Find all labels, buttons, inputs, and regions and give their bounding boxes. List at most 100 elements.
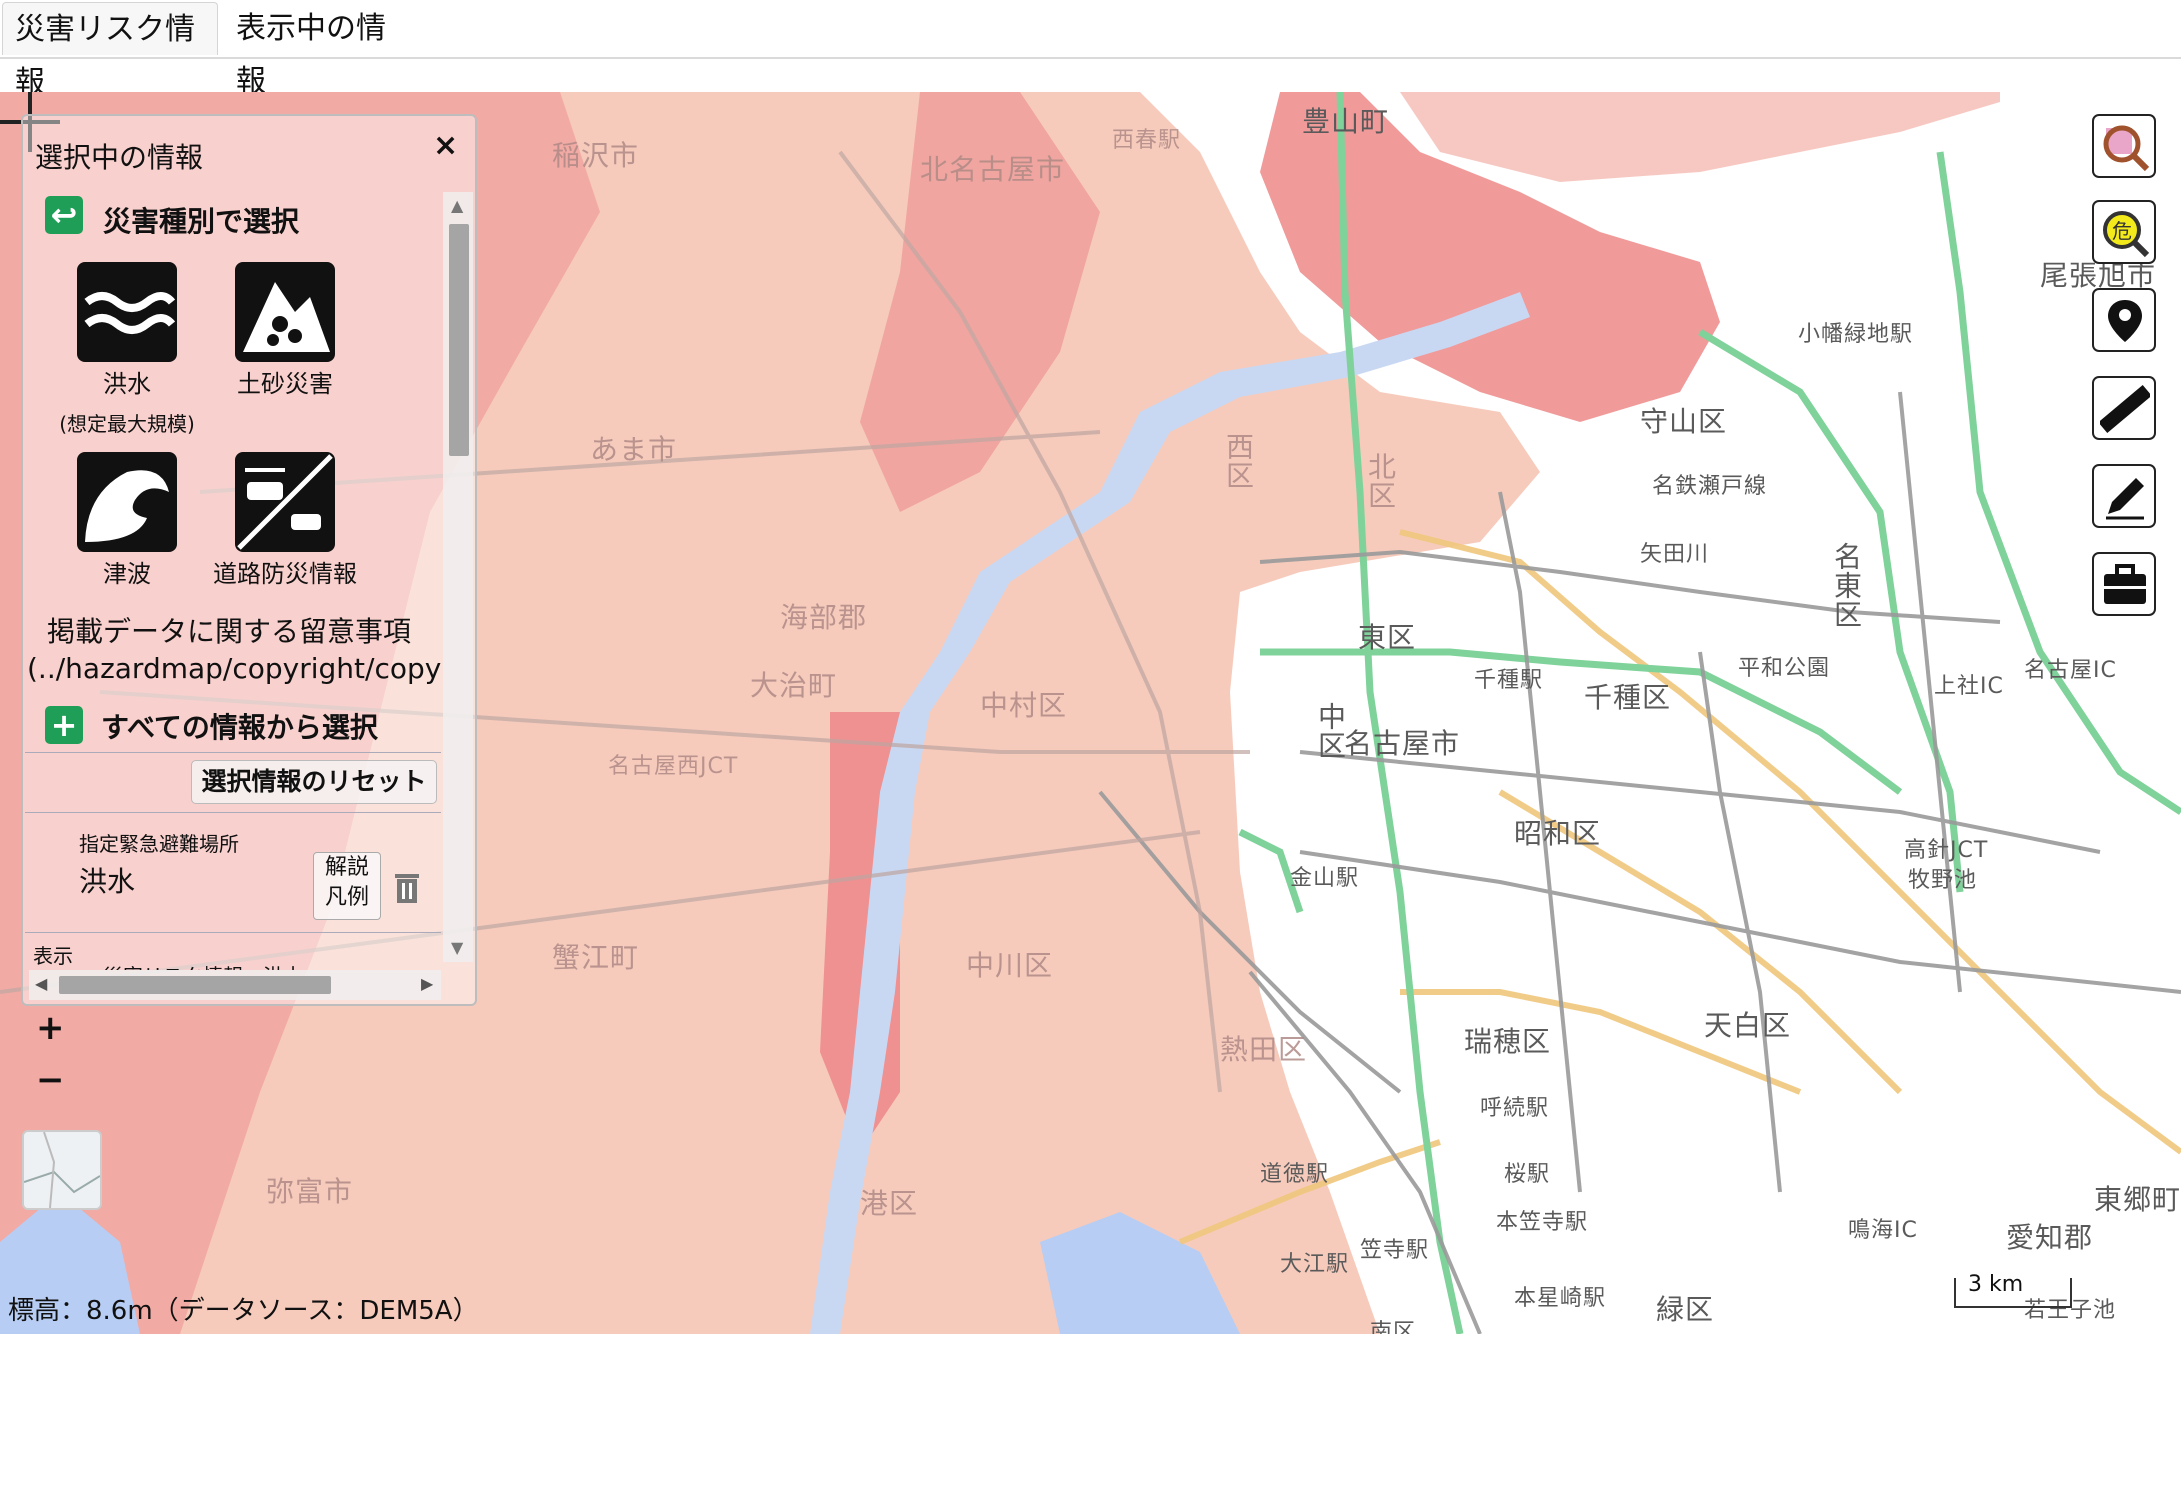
hazard-label-road: 道路防災情報 [213, 560, 357, 588]
scroll-up-arrow-icon[interactable]: ▲ [451, 196, 463, 215]
scale-bar: 3 km [1954, 1272, 2072, 1308]
divider [25, 932, 441, 933]
map-label: 西春駅 [1112, 128, 1182, 153]
map-search-icon [2103, 125, 2150, 172]
map-label: 中川区 [966, 949, 1054, 982]
layer-category: 指定緊急避難場所 [79, 832, 239, 856]
scroll-down-arrow-icon[interactable]: ▼ [451, 938, 463, 957]
map-label: 小幡緑地駅 [1798, 322, 1914, 347]
divider [25, 752, 441, 753]
map-search-tool-button[interactable] [2092, 114, 2156, 178]
map-label: 笠寺駅 [1360, 1238, 1430, 1263]
section-all-info[interactable]: すべての情報から選択 [101, 706, 378, 746]
location-pin-icon [2108, 300, 2142, 342]
map-label: 熱田区 [1220, 1033, 1308, 1066]
layer-name: 洪水 [79, 865, 136, 898]
panel-horizontal-scrollbar[interactable]: ◀ ▶ [29, 970, 441, 1000]
toolbox-button[interactable] [2092, 552, 2156, 616]
landslide-icon[interactable] [235, 262, 335, 362]
hazard-sub-flood: (想定最大規模) [59, 412, 195, 436]
road-disaster-icon[interactable] [235, 452, 335, 552]
map-label: 南区 [1370, 1320, 1417, 1334]
legend-btn-line2: 凡例 [324, 885, 369, 910]
map-label: 名鉄瀬戸線 [1652, 474, 1768, 499]
legend-btn-line1: 解説 [324, 855, 369, 880]
divider [25, 812, 441, 813]
map-label: 上社IC [1934, 674, 2004, 699]
map-label: 緑区 [1656, 1293, 1715, 1326]
map-label: 高針JCT [1904, 838, 1989, 863]
scroll-thumb[interactable] [449, 224, 469, 456]
hazard-label-flood: 洪水 [103, 370, 151, 398]
ruler-icon [2100, 384, 2150, 434]
location-tool-button[interactable] [2092, 288, 2156, 352]
scroll-left-arrow-icon[interactable]: ◀ [35, 974, 47, 993]
panel-title: 選択中の情報 [35, 141, 204, 174]
map-label: 豊山町 [1302, 105, 1390, 138]
flood-icon[interactable] [77, 262, 177, 362]
display-label: 表示 [33, 944, 73, 968]
reset-button[interactable]: 選択情報のリセット [191, 760, 437, 804]
hazard-label-tsunami: 津波 [103, 560, 151, 588]
map-label: 名古屋IC [2024, 658, 2117, 683]
map-label: 西区 [1222, 432, 1255, 490]
zoom-out-button[interactable]: − [36, 1060, 65, 1100]
trash-icon[interactable] [393, 870, 421, 904]
map-label: 愛知郡 [2006, 1221, 2094, 1254]
legend-button[interactable]: 解説 凡例 [313, 852, 381, 920]
map-label: 名古屋市 [1344, 727, 1461, 760]
map-label: 本星崎駅 [1514, 1286, 1607, 1311]
elevation-readout: 標高：8.6m（データソース：DEM5A） [8, 1296, 479, 1326]
scroll-thumb[interactable] [59, 976, 331, 994]
map-label: 天白区 [1704, 1009, 1792, 1042]
map-label: 千種区 [1584, 681, 1672, 714]
tab-displayed-info[interactable]: 表示中の情報 [224, 2, 424, 99]
map-label: 港区 [860, 1187, 919, 1220]
map-label: 海部郡 [780, 601, 868, 634]
map-label: 桜駅 [1504, 1162, 1551, 1187]
zoom-in-button[interactable]: + [36, 1008, 65, 1048]
close-button[interactable]: × [433, 128, 458, 163]
map-label: 昭和区 [1514, 817, 1602, 850]
map-label: 道徳駅 [1260, 1162, 1330, 1187]
notice-link[interactable]: 掲載データに関する留意事項 [47, 610, 411, 650]
danger-search-tool-button[interactable]: 危 [2092, 200, 2156, 264]
map-label: 北名古屋市 [920, 153, 1066, 186]
selected-info-panel: 選択中の情報 × ↩ 災害種別で選択 洪水 (想定最大規模) 土砂災害 津波 道 [21, 114, 477, 1006]
map-label: 東区 [1358, 621, 1417, 654]
display-layer: 災害リスク情報：洪水 [103, 960, 303, 970]
map-label: 千種駅 [1474, 668, 1544, 693]
draw-tool-button[interactable] [2092, 464, 2156, 528]
map-label: 蟹江町 [552, 941, 640, 974]
scroll-right-arrow-icon[interactable]: ▶ [421, 974, 433, 993]
map-label: 北区 [1364, 452, 1397, 510]
map-label: 大江駅 [1280, 1252, 1350, 1277]
tsunami-icon[interactable] [77, 452, 177, 552]
back-arrow-icon[interactable]: ↩ [45, 196, 83, 234]
map-label: 弥富市 [266, 1175, 354, 1208]
map-label: 守山区 [1640, 405, 1728, 438]
map-label: 金山駅 [1290, 866, 1360, 891]
map-label: 牧野池 [1908, 868, 1978, 893]
section-hazard-type[interactable]: 災害種別で選択 [103, 200, 299, 240]
danger-search-icon: 危 [2103, 211, 2150, 258]
map-label: 東郷町 [2094, 1183, 2181, 1216]
map-label: 鳴海IC [1848, 1218, 1918, 1243]
plus-icon[interactable]: + [45, 706, 83, 744]
map-label: あま市 [590, 433, 678, 466]
panel-vertical-scrollbar[interactable]: ▲ ▼ [443, 192, 473, 962]
notice-url[interactable]: (../hazardmap/copyright/copy [27, 652, 441, 685]
map-label: 名古屋西JCT [608, 754, 739, 779]
hazard-label-landslide: 土砂災害 [237, 370, 333, 398]
pencil-icon [2106, 478, 2144, 520]
measure-tool-button[interactable] [2092, 376, 2156, 440]
scale-label: 3 km [1968, 1272, 2024, 1297]
map-label: 平和公園 [1738, 656, 1831, 681]
map-label: 本笠寺駅 [1496, 1210, 1589, 1235]
minimap-thumbnail[interactable] [22, 1130, 102, 1210]
map-label: 中村区 [980, 689, 1068, 722]
map-label: 瑞穂区 [1464, 1025, 1552, 1058]
tab-disaster-risk[interactable]: 災害リスク情報 [2, 2, 218, 100]
map-label: 稲沢市 [552, 139, 640, 172]
tab-bar: 災害リスク情報 表示中の情報 [0, 0, 2181, 100]
